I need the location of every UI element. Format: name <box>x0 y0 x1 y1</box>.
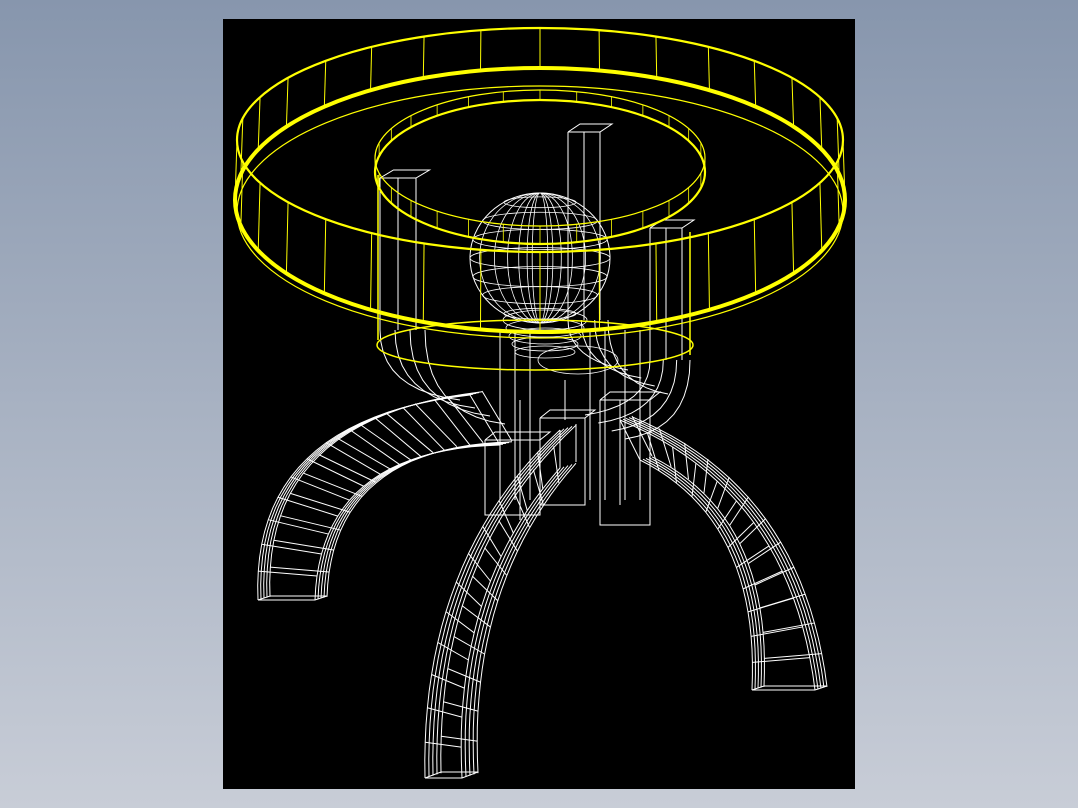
wireframe-drawing <box>223 19 855 789</box>
viewport-background <box>223 19 855 789</box>
cad-viewport[interactable] <box>223 19 855 789</box>
